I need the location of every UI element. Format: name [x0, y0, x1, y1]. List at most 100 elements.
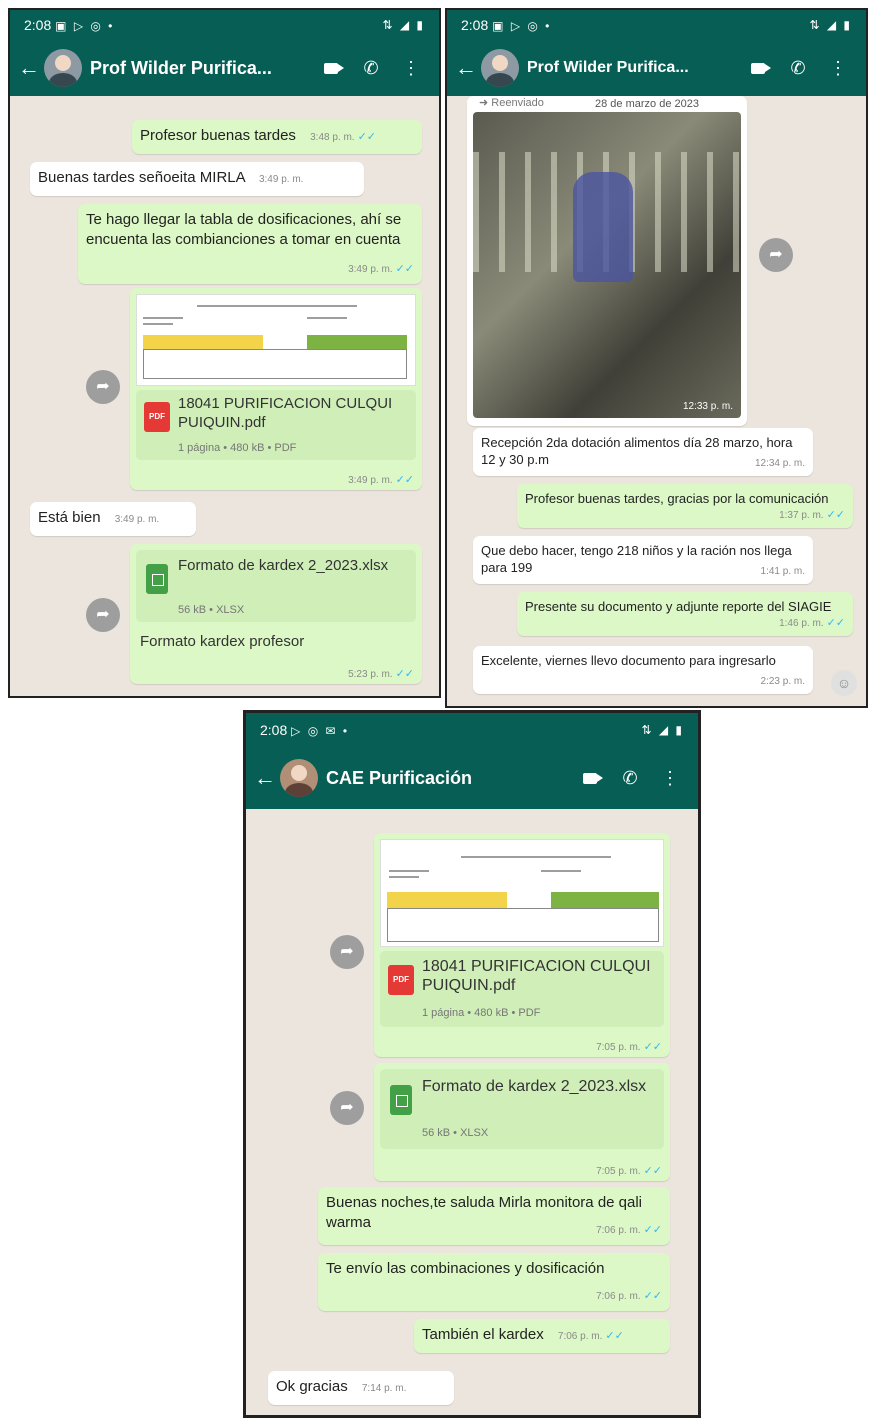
message-outgoing[interactable]: También el kardex 7:06 p. m. ✓✓ [414, 1319, 670, 1353]
spreadsheet-icon [146, 564, 168, 594]
message-time: 1:46 p. m. [779, 618, 824, 629]
file-meta: 1 página • 480 kB • PDF [178, 442, 297, 454]
back-arrow-icon[interactable]: ← [455, 55, 477, 81]
signal-battery-icons: ⇅ ◢ ▮ [641, 723, 684, 737]
pdf-icon: PDF [144, 402, 170, 432]
message-time: 3:48 p. m. [310, 132, 355, 143]
message-time: 7:05 p. m. [596, 1166, 641, 1177]
contact-name[interactable]: Prof Wilder Purifica... [90, 58, 311, 79]
contact-name[interactable]: CAE Purificación [326, 768, 570, 789]
message-text: También el kardex [422, 1326, 544, 1343]
status-icons: ▣ ▷ ◎ • [492, 19, 552, 33]
message-text: Buenas tardes señoeita MIRLA [38, 169, 245, 186]
message-text: Está bien [38, 509, 101, 526]
message-incoming[interactable]: Recepción 2da dotación alimentos día 28 … [473, 428, 813, 476]
status-bar: 2:08 ▷ ◎ ✉ • ⇅ ◢ ▮ [246, 713, 698, 747]
back-arrow-icon[interactable]: ← [254, 765, 276, 791]
chat-header: ← Prof Wilder Purifica... ✆ ⋮ [447, 40, 866, 96]
message-outgoing[interactable]: Te hago llegar la tabla de dosificacione… [78, 204, 422, 284]
call-icon[interactable]: ✆ [610, 768, 650, 789]
message-time: 1:37 p. m. [779, 510, 824, 521]
call-icon[interactable]: ✆ [351, 58, 391, 79]
forward-icon[interactable]: ➦ [330, 1091, 364, 1125]
xlsx-file-message[interactable]: Formato de kardex 2_2023.xlsx 56 kB • XL… [130, 544, 422, 684]
xlsx-file-message[interactable]: Formato de kardex 2_2023.xlsx 56 kB • XL… [374, 1063, 670, 1181]
app-bar: 2:08 ▣ ▷ ◎ • ⇅ ◢ ▮ ← Prof Wilder Purific… [447, 10, 866, 96]
forward-icon[interactable]: ➦ [330, 935, 364, 969]
menu-icon[interactable]: ⋮ [650, 768, 690, 789]
pdf-preview-thumbnail[interactable] [380, 839, 664, 947]
message-outgoing[interactable]: Presente su documento y adjunte reporte … [517, 592, 853, 636]
status-icons: ▷ ◎ ✉ • [291, 724, 350, 738]
forward-icon[interactable]: ➦ [86, 370, 120, 404]
avatar[interactable] [280, 759, 318, 797]
file-meta: 56 kB • XLSX [178, 604, 245, 616]
message-time: 7:14 p. m. [361, 1383, 407, 1394]
pdf-preview-thumbnail[interactable] [136, 294, 416, 386]
message-time: 3:49 p. m. [348, 264, 393, 275]
message-text: Ok gracias [276, 1378, 348, 1395]
video-call-icon[interactable] [570, 768, 610, 789]
message-time: 5:23 p. m. [348, 669, 393, 680]
pdf-file-message[interactable]: PDF 18041 PURIFICACION CULQUI PUIQUIN.pd… [130, 288, 422, 490]
forward-icon[interactable]: ➦ [86, 598, 120, 632]
message-incoming[interactable]: Que debo hacer, tengo 218 niños y la rac… [473, 536, 813, 584]
message-text: Que debo hacer, tengo 218 niños y la rac… [481, 543, 792, 575]
read-ticks-icon: ✓✓ [395, 263, 414, 275]
photo-date: 28 de marzo de 2023 [595, 98, 699, 110]
menu-icon[interactable]: ⋮ [391, 58, 431, 79]
emoji-reaction-icon[interactable]: ☺ [831, 670, 857, 696]
chat-header: ← CAE Purificación ✆ ⋮ [246, 747, 698, 809]
read-ticks-icon: ✓✓ [826, 617, 845, 629]
message-text: Profesor buenas tardes, gracias por la c… [525, 491, 829, 506]
message-time: 12:34 p. m. [754, 458, 805, 469]
read-ticks-icon: ✓✓ [643, 1041, 662, 1053]
message-time: 7:05 p. m. [596, 1042, 641, 1053]
message-incoming[interactable]: Buenas tardes señoeita MIRLA 3:49 p. m. [30, 162, 364, 196]
app-bar: 2:08 ▷ ◎ ✉ • ⇅ ◢ ▮ ← CAE Purificación ✆ … [246, 713, 698, 809]
status-time: 2:08 [260, 722, 288, 738]
video-call-icon[interactable] [311, 58, 351, 79]
status-bar: 2:08 ▣ ▷ ◎ • ⇅ ◢ ▮ [447, 10, 866, 40]
photo-time: 12:33 p. m. [682, 401, 733, 412]
video-call-icon[interactable] [738, 58, 778, 79]
avatar[interactable] [44, 49, 82, 87]
read-ticks-icon: ✓✓ [357, 131, 377, 143]
message-time: 1:41 p. m. [760, 566, 805, 577]
photo[interactable]: 12:33 p. m. [473, 112, 741, 418]
message-time: 7:06 p. m. [596, 1225, 641, 1236]
file-name: Formato de kardex 2_2023.xlsx [178, 557, 389, 574]
message-outgoing[interactable]: Profesor buenas tardes 3:48 p. m. ✓✓ [132, 120, 422, 154]
message-incoming[interactable]: Excelente, viernes llevo documento para … [473, 646, 813, 694]
menu-icon[interactable]: ⋮ [818, 58, 858, 79]
contact-name[interactable]: Prof Wilder Purifica... [527, 59, 738, 77]
file-info: Formato de kardex 2_2023.xlsx 56 kB • XL… [380, 1069, 664, 1149]
message-outgoing[interactable]: Buenas noches,te saluda Mirla monitora d… [318, 1187, 670, 1245]
message-outgoing[interactable]: Te envío las combinaciones y dosificació… [318, 1253, 670, 1311]
message-time: 3:49 p. m. [114, 514, 160, 525]
message-time: 3:49 p. m. [258, 174, 304, 185]
message-incoming[interactable]: Ok gracias 7:14 p. m. [268, 1371, 454, 1405]
message-time: 2:23 p. m. [760, 676, 805, 687]
status-time: 2:08 [461, 17, 489, 33]
file-meta: 1 página • 480 kB • PDF [422, 1007, 541, 1019]
chat-screenshot-1: 2:08 ▣ ▷ ◎ • ⇅ ◢ ▮ ← Prof Wilder Purific… [8, 8, 441, 698]
file-info: PDF 18041 PURIFICACION CULQUI PUIQUIN.pd… [380, 951, 664, 1027]
forwarded-photo-message[interactable]: ➜ Reenviado 28 de marzo de 2023 12:33 p.… [467, 96, 747, 426]
chat-header: ← Prof Wilder Purifica... ✆ ⋮ [10, 40, 439, 96]
file-name: 18041 PURIFICACION CULQUI PUIQUIN.pdf [178, 395, 393, 431]
pdf-file-message[interactable]: PDF 18041 PURIFICACION CULQUI PUIQUIN.pd… [374, 833, 670, 1057]
read-ticks-icon: ✓✓ [395, 668, 414, 680]
back-arrow-icon[interactable]: ← [18, 55, 40, 81]
message-outgoing[interactable]: Profesor buenas tardes, gracias por la c… [517, 484, 853, 528]
call-icon[interactable]: ✆ [778, 58, 818, 79]
spreadsheet-icon [390, 1085, 412, 1115]
read-ticks-icon: ✓✓ [395, 474, 414, 486]
file-name: Formato de kardex 2_2023.xlsx [422, 1078, 647, 1095]
message-incoming[interactable]: Está bien 3:49 p. m. [30, 502, 196, 536]
avatar[interactable] [481, 49, 519, 87]
forwarded-label: ➜ Reenviado [479, 97, 544, 109]
forward-icon[interactable]: ➦ [759, 238, 793, 272]
file-name: 18041 PURIFICACION CULQUI PUIQUIN.pdf [422, 958, 651, 994]
signal-battery-icons: ⇅ ◢ ▮ [809, 18, 852, 32]
